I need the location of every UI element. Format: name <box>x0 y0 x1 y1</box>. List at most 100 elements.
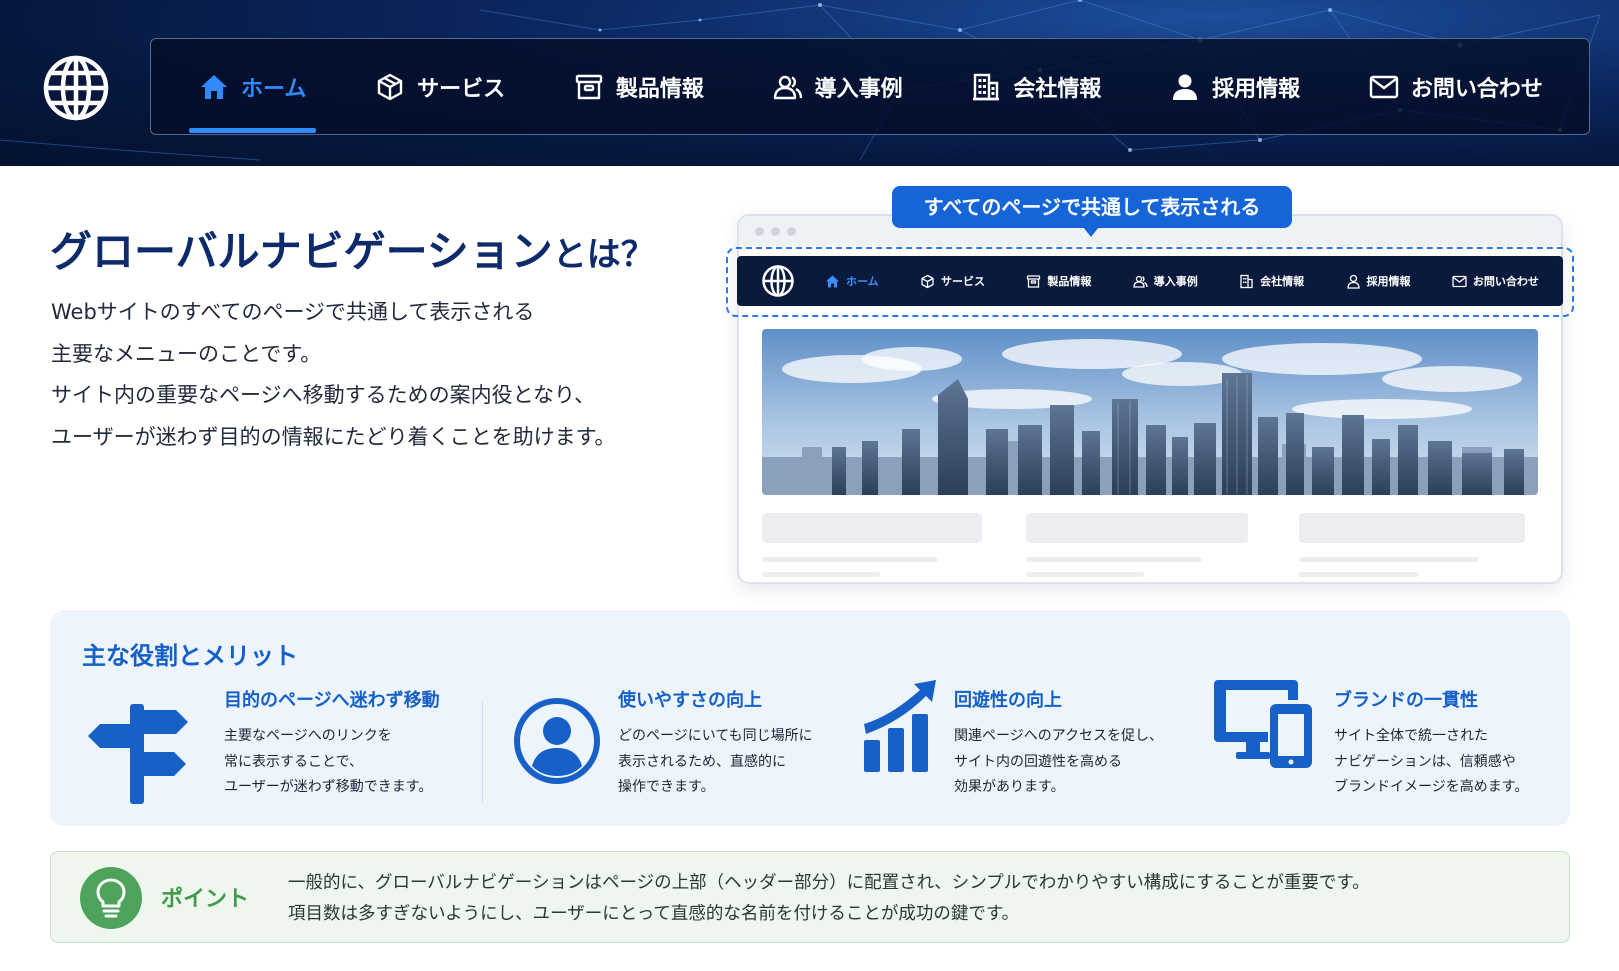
point-label: ポイント <box>161 887 250 912</box>
point-line: 項目数は多すぎないようにし、ユーザーにとって直感的な名前を付けることが成功の鍵で… <box>288 904 1020 924</box>
text-placeholder <box>1026 572 1144 577</box>
mockup-nav-label: 導入事例 <box>1153 275 1198 288</box>
nav-item-home[interactable]: ホーム <box>189 38 317 135</box>
role-line: ブランドイメージを高めます。 <box>1334 779 1529 795</box>
window-dot <box>755 227 764 236</box>
building-icon <box>971 72 1001 102</box>
hero-cityscape-image <box>762 329 1538 495</box>
role-line: サイト全体で統一された <box>1334 728 1488 744</box>
nav-item-services[interactable]: サービス <box>365 38 515 135</box>
nav-item-company[interactable]: 会社情報 <box>961 38 1111 135</box>
mockup-nav-label: 採用情報 <box>1366 275 1411 288</box>
text-placeholder <box>762 572 880 577</box>
role-description: 関連ページへのアクセスを促し、 サイト内の回遊性を高める 効果があります。 <box>954 724 1163 801</box>
role-line: 表示されるため、直感的に <box>618 753 786 770</box>
product-box-icon <box>574 72 604 102</box>
mockup-nav-label: 会社情報 <box>1260 275 1305 288</box>
nav-label: ホーム <box>241 76 307 102</box>
nav-label: 製品情報 <box>615 76 704 102</box>
role-line: ユーザーが迷わず移動できます。 <box>224 779 433 795</box>
role-line: 常に表示することで、 <box>224 753 364 770</box>
role-title: 目的のページへ迷わず移動 <box>224 690 440 711</box>
mockup-nav-items: ホーム サービス 製品情報 導入事例 会社情報 採用情報 お問い合わせ <box>825 273 1539 289</box>
nav-label: 導入事例 <box>814 76 903 102</box>
roles-benefits-section: 主な役割とメリット 目的のページへ迷わず移動 主要なページへのリンクを 常に表示… <box>50 610 1570 826</box>
mockup-nav-label: お問い合わせ <box>1472 275 1539 288</box>
mail-icon <box>1452 275 1467 287</box>
role-line: ナビゲーションは、信頼感や <box>1334 753 1516 770</box>
callout-pointer <box>1083 227 1099 237</box>
role-line: 主要なページへのリンクを <box>224 728 392 744</box>
person-icon <box>1170 72 1200 102</box>
mail-icon <box>1369 72 1399 102</box>
mockup-nav-item-contact: お問い合わせ <box>1452 273 1539 289</box>
title-main: グローバルナビゲーション <box>50 227 553 276</box>
point-line: 一般的に、グローバルナビゲーションはページの上部（ヘッダー部分）に配置され、シン… <box>288 873 1370 893</box>
role-card: 目的のページへ迷わず移動 主要なページへのリンクを 常に表示することで、 ユーザ… <box>88 686 508 806</box>
users-icon <box>773 72 803 102</box>
signpost-icon <box>88 698 192 806</box>
text-placeholder <box>762 557 938 562</box>
role-title: ブランドの一貫性 <box>1334 690 1478 711</box>
intro-line: サイト内の重要なページへ移動するための案内役となり、 <box>51 383 596 407</box>
nav-label: 会社情報 <box>1013 76 1102 102</box>
users-icon <box>1133 275 1148 288</box>
window-dot <box>771 227 780 236</box>
global-navigation: ホーム サービス 製品情報 導入事例 会社情報 採用情報 お問い合わせ <box>150 38 1590 135</box>
nav-label: お問い合わせ <box>1410 76 1543 102</box>
content-placeholder <box>1026 513 1248 543</box>
product-box-icon <box>1027 274 1041 288</box>
nav-label: サービス <box>417 76 506 102</box>
role-line: サイト内の回遊性を高める <box>954 753 1122 770</box>
site-header: ホーム サービス 製品情報 導入事例 会社情報 採用情報 お問い合わせ <box>0 0 1619 166</box>
mockup-nav-item-recruit: 採用情報 <box>1346 273 1411 289</box>
growth-chart-icon <box>862 678 942 774</box>
lightbulb-icon <box>80 867 142 929</box>
nav-item-case-studies[interactable]: 導入事例 <box>763 38 913 135</box>
text-placeholder <box>1299 557 1479 562</box>
cube-icon <box>375 72 405 102</box>
mockup-nav-item-company: 会社情報 <box>1239 273 1304 289</box>
home-icon <box>199 72 229 102</box>
point-tip-box: ポイント 一般的に、グローバルナビゲーションはページの上部（ヘッダー部分）に配置… <box>50 851 1570 943</box>
mockup-nav-label: ホーム <box>846 275 879 288</box>
role-line: どのページにいても同じ場所に <box>618 728 813 744</box>
nav-item-products[interactable]: 製品情報 <box>564 38 714 135</box>
role-card: 使いやすさの向上 どのページにいても同じ場所に 表示されるため、直感的に 操作で… <box>512 686 892 806</box>
person-icon <box>1346 274 1360 289</box>
mockup-nav-item-services: サービス <box>920 273 985 289</box>
role-title: 使いやすさの向上 <box>618 690 762 711</box>
nav-item-recruit[interactable]: 採用情報 <box>1160 38 1310 135</box>
mockup-nav-label: 製品情報 <box>1047 275 1092 288</box>
role-line: 関連ページへのアクセスを促し、 <box>954 728 1164 744</box>
role-description: どのページにいても同じ場所に 表示されるため、直感的に 操作できます。 <box>618 724 813 801</box>
role-card: 回遊性の向上 関連ページへのアクセスを促し、 サイト内の回遊性を高める 効果があ… <box>862 680 1222 806</box>
role-line: 操作できます。 <box>618 779 715 795</box>
window-dot <box>787 227 796 236</box>
intro-line: Webサイトのすべてのページで共通して表示される <box>51 300 535 324</box>
mockup-nav-item-home: ホーム <box>825 273 879 289</box>
building-icon <box>1240 274 1253 288</box>
role-description: サイト全体で統一された ナビゲーションは、信頼感や ブランドイメージを高めます。 <box>1334 724 1528 801</box>
mockup-nav-label: サービス <box>941 275 986 288</box>
home-icon <box>826 275 839 287</box>
page-title: グローバルナビゲーションとは？ <box>50 218 655 279</box>
nav-label: 採用情報 <box>1212 76 1301 102</box>
text-placeholder <box>1026 557 1202 562</box>
content-placeholder <box>1299 513 1525 543</box>
role-title: 回遊性の向上 <box>954 690 1062 711</box>
globe-icon[interactable] <box>42 54 110 122</box>
role-card: ブランドの一貫性 サイト全体で統一された ナビゲーションは、信頼感や ブランドイ… <box>1214 680 1564 806</box>
role-line: 効果があります。 <box>954 779 1065 795</box>
role-description: 主要なページへのリンクを 常に表示することで、 ユーザーが迷わず移動できます。 <box>224 724 432 801</box>
intro-line: 主要なメニューのことです。 <box>51 341 322 366</box>
devices-icon <box>1214 678 1314 770</box>
mockup-nav-item-case-studies: 導入事例 <box>1133 273 1198 289</box>
section-title: 主な役割とメリット <box>82 642 298 670</box>
user-circle-icon <box>512 696 602 786</box>
nav-item-contact[interactable]: お問い合わせ <box>1359 38 1553 135</box>
mockup-navigation: ホーム サービス 製品情報 導入事例 会社情報 採用情報 お問い合わせ <box>737 256 1563 306</box>
cube-icon <box>921 274 934 288</box>
title-suffix: とは？ <box>552 235 655 275</box>
intro-line: ユーザーが迷わず目的の情報にたどり着くことを助けます。 <box>51 424 616 449</box>
